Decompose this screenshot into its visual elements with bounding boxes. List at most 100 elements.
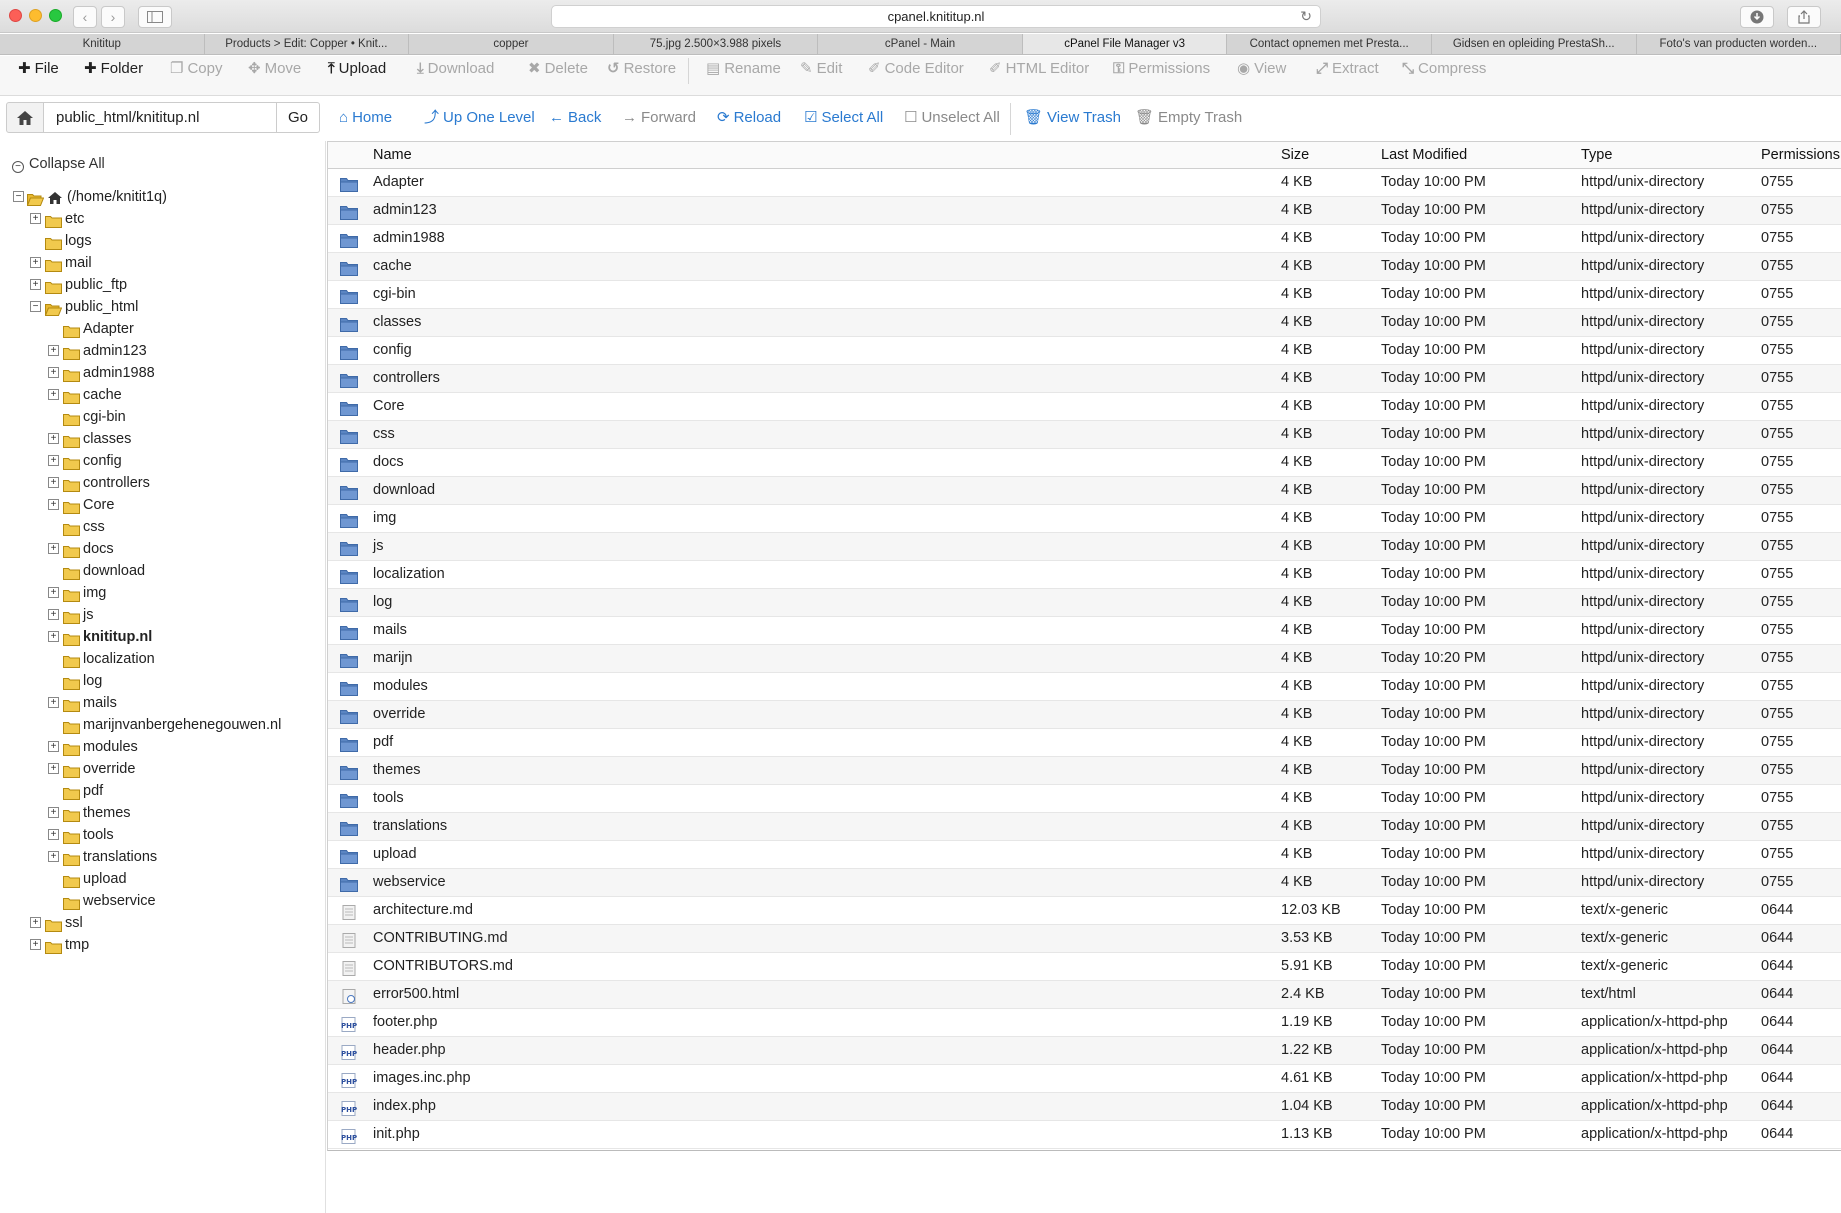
browser-tab[interactable]: Contact opnemen met Presta... <box>1227 34 1432 54</box>
tree-node[interactable]: + admin1988 <box>0 362 320 384</box>
address-bar[interactable]: cpanel.knititup.nl ↻ <box>551 5 1321 28</box>
expand-toggle-icon[interactable]: + <box>48 455 59 466</box>
collapse-toggle-icon[interactable]: − <box>13 191 24 202</box>
tree-node[interactable]: log <box>0 670 320 692</box>
file-row[interactable]: modules 4 KB Today 10:00 PM httpd/unix-dire… <box>328 673 1841 701</box>
expand-toggle-icon[interactable]: + <box>30 257 41 268</box>
forward-link[interactable]: → Forward <box>622 108 696 128</box>
file-row[interactable]: classes 4 KB Today 10:00 PM httpd/unix-dire… <box>328 309 1841 337</box>
tree-node[interactable]: download <box>0 560 320 582</box>
unselect-all-link[interactable]: ☐ Unselect All <box>904 108 1000 128</box>
file-row[interactable]: tools 4 KB Today 10:00 PM httpd/unix-direct… <box>328 785 1841 813</box>
tree-node[interactable]: − public_html <box>0 296 320 318</box>
tree-node[interactable]: + classes <box>0 428 320 450</box>
reload-page-icon[interactable]: ↻ <box>1300 6 1312 27</box>
tree-node[interactable]: + themes <box>0 802 320 824</box>
reload-link[interactable]: ⟳ Reload <box>717 108 781 128</box>
file-row[interactable]: js 4 KB Today 10:00 PM httpd/unix-directory… <box>328 533 1841 561</box>
tree-node[interactable]: marijnvanbergehenegouwen.nl <box>0 714 320 736</box>
tree-node[interactable]: + config <box>0 450 320 472</box>
column-header-name[interactable]: Name <box>373 147 412 163</box>
tree-node[interactable]: + admin123 <box>0 340 320 362</box>
delete-button[interactable]: ✖ Delete <box>528 56 588 82</box>
tree-node[interactable]: + ssl <box>0 912 320 934</box>
file-row[interactable]: Adapter 4 KB Today 10:00 PM httpd/unix-dire… <box>328 169 1841 197</box>
file-row[interactable]: Core 4 KB Today 10:00 PM httpd/unix-directo… <box>328 393 1841 421</box>
file-row[interactable]: admin123 4 KB Today 10:00 PM httpd/unix-dir… <box>328 197 1841 225</box>
html-editor-button[interactable]: ✐ HTML Editor <box>989 56 1089 82</box>
browser-tab[interactable]: Products > Edit: Copper • Knit... <box>205 34 410 54</box>
tree-node[interactable]: + override <box>0 758 320 780</box>
file-row[interactable]: controllers 4 KB Today 10:00 PM httpd/unix-… <box>328 365 1841 393</box>
tree-node[interactable]: upload <box>0 868 320 890</box>
tree-node[interactable]: + etc <box>0 208 320 230</box>
browser-back-button[interactable]: ‹ <box>73 6 97 28</box>
file-row[interactable]: log 4 KB Today 10:00 PM httpd/unix-director… <box>328 589 1841 617</box>
file-row[interactable]: cache 4 KB Today 10:00 PM httpd/unix-direct… <box>328 253 1841 281</box>
rename-button[interactable]: ▤ Rename <box>706 56 781 82</box>
file-row[interactable]: PHP images.inc.php 4.61 KB Today 10:00 PM ap… <box>328 1065 1841 1093</box>
folder-button[interactable]: ✚ Folder <box>84 56 143 82</box>
file-row[interactable]: webservice 4 KB Today 10:00 PM httpd/unix-d… <box>328 869 1841 897</box>
restore-button[interactable]: ↺ Restore <box>607 56 676 82</box>
browser-tab[interactable]: cPanel File Manager v3 <box>1022 34 1228 54</box>
file-row[interactable]: pdf 4 KB Today 10:00 PM httpd/unix-director… <box>328 729 1841 757</box>
move-button[interactable]: ✥ Move <box>248 56 301 82</box>
expand-toggle-icon[interactable]: + <box>48 345 59 356</box>
tree-node[interactable]: cgi-bin <box>0 406 320 428</box>
view-trash-link[interactable]: 🗑 View Trash <box>1024 108 1121 128</box>
zoom-window-button[interactable] <box>49 9 62 22</box>
tree-node[interactable]: + public_ftp <box>0 274 320 296</box>
column-header-modified[interactable]: Last Modified <box>1381 147 1467 163</box>
expand-toggle-icon[interactable]: + <box>48 389 59 400</box>
expand-toggle-icon[interactable]: + <box>48 609 59 620</box>
expand-toggle-icon[interactable]: + <box>48 741 59 752</box>
tree-node[interactable]: + controllers <box>0 472 320 494</box>
expand-toggle-icon[interactable]: + <box>48 829 59 840</box>
file-row[interactable]: themes 4 KB Today 10:00 PM httpd/unix-direc… <box>328 757 1841 785</box>
browser-tab[interactable]: 75.jpg 2.500×3.988 pixels <box>614 34 819 54</box>
collapse-all-button[interactable]: − Collapse All <box>12 156 105 173</box>
file-row[interactable]: marijn 4 KB Today 10:20 PM httpd/unix-direc… <box>328 645 1841 673</box>
upload-button[interactable]: ⤒ Upload <box>328 56 386 82</box>
code-editor-button[interactable]: ✐ Code Editor <box>868 56 964 82</box>
tree-root-node[interactable]: − (/home/knitit1q) <box>0 186 320 208</box>
file-row[interactable]: docs 4 KB Today 10:00 PM httpd/unix-directo… <box>328 449 1841 477</box>
expand-toggle-icon[interactable]: + <box>48 433 59 444</box>
column-header-size[interactable]: Size <box>1281 147 1309 163</box>
file-row[interactable]: CONTRIBUTING.md 3.53 KB Today 10:00 PM text… <box>328 925 1841 953</box>
extract-button[interactable]: ⤢ Extract <box>1316 56 1379 82</box>
tree-node[interactable]: localization <box>0 648 320 670</box>
tree-node[interactable]: Adapter <box>0 318 320 340</box>
empty-trash-link[interactable]: 🗑 Empty Trash <box>1135 108 1242 128</box>
file-row[interactable]: architecture.md 12.03 KB Today 10:00 PM tex… <box>328 897 1841 925</box>
expand-toggle-icon[interactable]: + <box>48 697 59 708</box>
file-row[interactable]: override 4 KB Today 10:00 PM httpd/unix-dir… <box>328 701 1841 729</box>
expand-toggle-icon[interactable]: + <box>48 807 59 818</box>
file-row[interactable]: CONTRIBUTORS.md 5.91 KB Today 10:00 PM text… <box>328 953 1841 981</box>
tree-node[interactable]: + img <box>0 582 320 604</box>
expand-toggle-icon[interactable]: + <box>48 543 59 554</box>
home-link[interactable]: ⌂ Home <box>339 108 392 128</box>
browser-tab[interactable]: Foto's van producten worden... <box>1637 34 1841 54</box>
tree-node[interactable]: + tools <box>0 824 320 846</box>
tree-node[interactable]: + mails <box>0 692 320 714</box>
file-row[interactable]: translations 4 KB Today 10:00 PM httpd/unix… <box>328 813 1841 841</box>
file-row[interactable]: config 4 KB Today 10:00 PM httpd/unix-direc… <box>328 337 1841 365</box>
tree-node[interactable]: pdf <box>0 780 320 802</box>
tree-node[interactable]: + knititup.nl <box>0 626 320 648</box>
edit-button[interactable]: ✎ Edit <box>800 56 842 82</box>
file-row[interactable]: PHP index.php 1.04 KB Today 10:00 PM applica… <box>328 1093 1841 1121</box>
permissions-button[interactable]: ⚿ Permissions <box>1113 56 1210 82</box>
expand-toggle-icon[interactable]: + <box>48 499 59 510</box>
column-header-type[interactable]: Type <box>1581 147 1612 163</box>
file-row[interactable]: css 4 KB Today 10:00 PM httpd/unix-director… <box>328 421 1841 449</box>
collapse-toggle-icon[interactable]: − <box>30 301 41 312</box>
tree-node[interactable]: webservice <box>0 890 320 912</box>
close-window-button[interactable] <box>9 9 22 22</box>
file-row[interactable]: PHP footer.php 1.19 KB Today 10:00 PM applic… <box>328 1009 1841 1037</box>
tree-node[interactable]: + tmp <box>0 934 320 956</box>
back-link[interactable]: ← Back <box>549 108 601 128</box>
browser-forward-button[interactable]: › <box>101 6 125 28</box>
file-row[interactable]: error500.html 2.4 KB Today 10:00 PM text/ht… <box>328 981 1841 1009</box>
